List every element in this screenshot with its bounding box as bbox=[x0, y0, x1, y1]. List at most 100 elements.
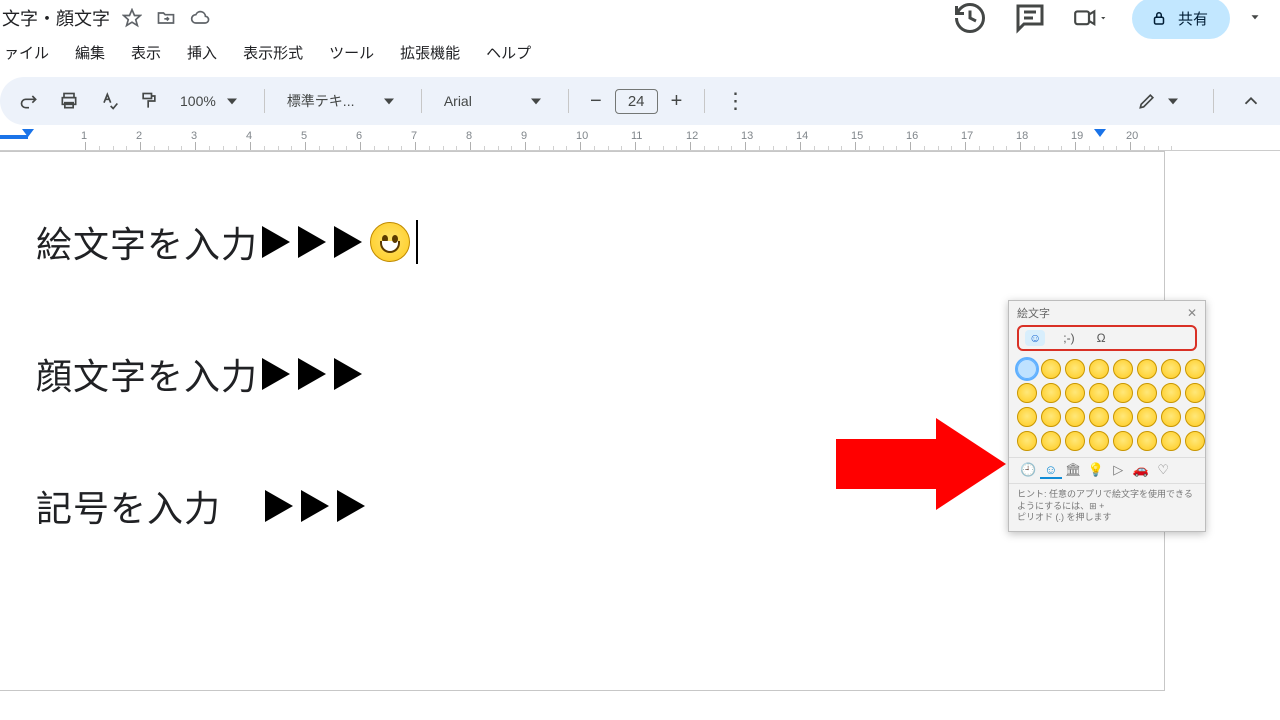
emoji-cell[interactable] bbox=[1041, 383, 1061, 403]
more-tools-button[interactable]: ⋮ bbox=[723, 86, 749, 116]
emoji-cell[interactable] bbox=[1017, 359, 1037, 379]
share-caret-icon[interactable] bbox=[1248, 8, 1262, 29]
triangle-icon bbox=[337, 490, 365, 522]
emoji-cell[interactable] bbox=[1161, 407, 1181, 427]
emoji-cell[interactable] bbox=[1017, 383, 1037, 403]
emoji-cell[interactable] bbox=[1137, 383, 1157, 403]
ruler-number: 18 bbox=[1016, 130, 1028, 142]
emoji-cell[interactable] bbox=[1065, 407, 1085, 427]
emoji-cell[interactable] bbox=[1089, 431, 1109, 451]
menu-format[interactable]: 表示形式 bbox=[241, 38, 305, 67]
emoji-cell[interactable] bbox=[1065, 383, 1085, 403]
history-icon[interactable] bbox=[952, 0, 988, 36]
collapse-toolbar-button[interactable] bbox=[1240, 90, 1262, 112]
menu-tools[interactable]: ツール bbox=[327, 38, 376, 67]
picker-tab-symbol[interactable]: Ω bbox=[1093, 330, 1110, 346]
triangle-icon bbox=[262, 358, 290, 390]
line3-text: 記号を入力 bbox=[36, 480, 221, 532]
emoji-category-tab[interactable]: ▷ bbox=[1107, 462, 1130, 479]
emoji-category-tab[interactable]: ♡ bbox=[1152, 462, 1175, 479]
chevron-down-icon bbox=[1163, 91, 1183, 111]
zoom-dropdown[interactable]: 100% bbox=[176, 91, 246, 111]
spellcheck-button[interactable] bbox=[96, 86, 122, 116]
emoji-cell[interactable] bbox=[1089, 383, 1109, 403]
smile-emoji-icon bbox=[370, 222, 410, 262]
picker-tab-kaomoji[interactable]: ;-) bbox=[1059, 330, 1078, 346]
menu-edit[interactable]: 編集 bbox=[73, 38, 107, 67]
menu-file[interactable]: ァイル bbox=[2, 38, 51, 67]
ruler-number: 16 bbox=[906, 130, 918, 142]
picker-tab-emoji[interactable]: ☺ bbox=[1025, 330, 1045, 346]
emoji-category-tab[interactable]: 🚗 bbox=[1130, 462, 1153, 479]
emoji-cell[interactable] bbox=[1041, 431, 1061, 451]
emoji-cell[interactable] bbox=[1185, 431, 1205, 451]
triangle-icon bbox=[298, 358, 326, 390]
emoji-category-tab[interactable]: 🕘 bbox=[1017, 462, 1040, 479]
emoji-cell[interactable] bbox=[1161, 359, 1181, 379]
comments-icon[interactable] bbox=[1012, 0, 1048, 36]
triangle-icon bbox=[262, 226, 290, 258]
close-icon[interactable]: ✕ bbox=[1187, 306, 1197, 320]
cloud-status-icon[interactable] bbox=[190, 8, 210, 28]
font-size-input[interactable]: 24 bbox=[615, 89, 658, 114]
indent-marker-left[interactable] bbox=[22, 129, 34, 137]
emoji-cell[interactable] bbox=[1113, 431, 1133, 451]
doc-title[interactable]: 文字・顔文字 bbox=[0, 5, 110, 31]
increase-font-button[interactable]: + bbox=[668, 90, 686, 113]
toolbar: 100% 標準テキ... Arial − 24 + ⋮ bbox=[0, 77, 1280, 125]
emoji-cell[interactable] bbox=[1161, 383, 1181, 403]
emoji-cell[interactable] bbox=[1185, 383, 1205, 403]
zoom-value: 100% bbox=[180, 93, 216, 109]
emoji-category-tab[interactable]: 💡 bbox=[1085, 462, 1108, 479]
line1-text: 絵文字を入力 bbox=[36, 216, 258, 268]
doc-line-2[interactable]: 顔文字を入力 bbox=[36, 348, 1164, 400]
emoji-cell[interactable] bbox=[1161, 431, 1181, 451]
emoji-category-tab[interactable] bbox=[1175, 462, 1198, 479]
star-icon[interactable] bbox=[122, 8, 142, 28]
doc-line-1[interactable]: 絵文字を入力 bbox=[36, 216, 1164, 268]
paint-format-button[interactable] bbox=[136, 86, 162, 116]
emoji-cell[interactable] bbox=[1065, 359, 1085, 379]
editing-mode-button[interactable] bbox=[1133, 91, 1187, 111]
menu-insert[interactable]: 挿入 bbox=[185, 38, 219, 67]
lock-icon bbox=[1150, 9, 1168, 27]
ruler-number: 10 bbox=[576, 130, 588, 142]
emoji-cell[interactable] bbox=[1113, 407, 1133, 427]
styles-dropdown[interactable]: 標準テキ... bbox=[283, 91, 403, 111]
emoji-category-tab[interactable]: ☺ bbox=[1040, 462, 1063, 479]
emoji-cell[interactable] bbox=[1041, 407, 1061, 427]
menu-help[interactable]: ヘルプ bbox=[484, 38, 533, 67]
emoji-cell[interactable] bbox=[1113, 383, 1133, 403]
menu-view[interactable]: 表示 bbox=[129, 38, 163, 67]
emoji-picker-panel: 絵文字 ✕ ☺ ;-) Ω 🕘☺🏛💡▷🚗♡ ヒント: 任意のアプリで絵文字を使用… bbox=[1008, 300, 1206, 532]
emoji-cell[interactable] bbox=[1185, 407, 1205, 427]
emoji-category-tab[interactable]: 🏛 bbox=[1062, 462, 1085, 479]
share-button[interactable]: 共有 bbox=[1132, 0, 1230, 39]
emoji-cell[interactable] bbox=[1065, 431, 1085, 451]
emoji-cell[interactable] bbox=[1017, 431, 1037, 451]
emoji-cell[interactable] bbox=[1017, 407, 1037, 427]
ruler-number: 7 bbox=[411, 130, 417, 142]
emoji-cell[interactable] bbox=[1137, 359, 1157, 379]
indent-marker-right[interactable] bbox=[1094, 129, 1106, 137]
picker-title: 絵文字 bbox=[1017, 305, 1050, 321]
emoji-cell[interactable] bbox=[1041, 359, 1061, 379]
decrease-font-button[interactable]: − bbox=[587, 90, 605, 113]
emoji-cell[interactable] bbox=[1185, 359, 1205, 379]
emoji-cell[interactable] bbox=[1113, 359, 1133, 379]
emoji-cell[interactable] bbox=[1089, 407, 1109, 427]
ruler-number: 4 bbox=[246, 130, 252, 142]
print-button[interactable] bbox=[56, 86, 82, 116]
picker-hint-line1: ヒント: 任意のアプリで絵文字を使用できるようにするには、⊞ + bbox=[1017, 489, 1197, 512]
meet-icon[interactable] bbox=[1072, 0, 1108, 36]
menu-extensions[interactable]: 拡張機能 bbox=[398, 38, 462, 67]
emoji-cell[interactable] bbox=[1089, 359, 1109, 379]
move-folder-icon[interactable] bbox=[156, 8, 176, 28]
redo-button[interactable] bbox=[16, 86, 42, 116]
ruler-number: 11 bbox=[631, 130, 642, 142]
ruler[interactable]: 1234567891011121314151617181920 bbox=[0, 129, 1280, 151]
emoji-cell[interactable] bbox=[1137, 431, 1157, 451]
emoji-cell[interactable] bbox=[1137, 407, 1157, 427]
triangle-icon bbox=[334, 358, 362, 390]
font-dropdown[interactable]: Arial bbox=[440, 91, 550, 111]
